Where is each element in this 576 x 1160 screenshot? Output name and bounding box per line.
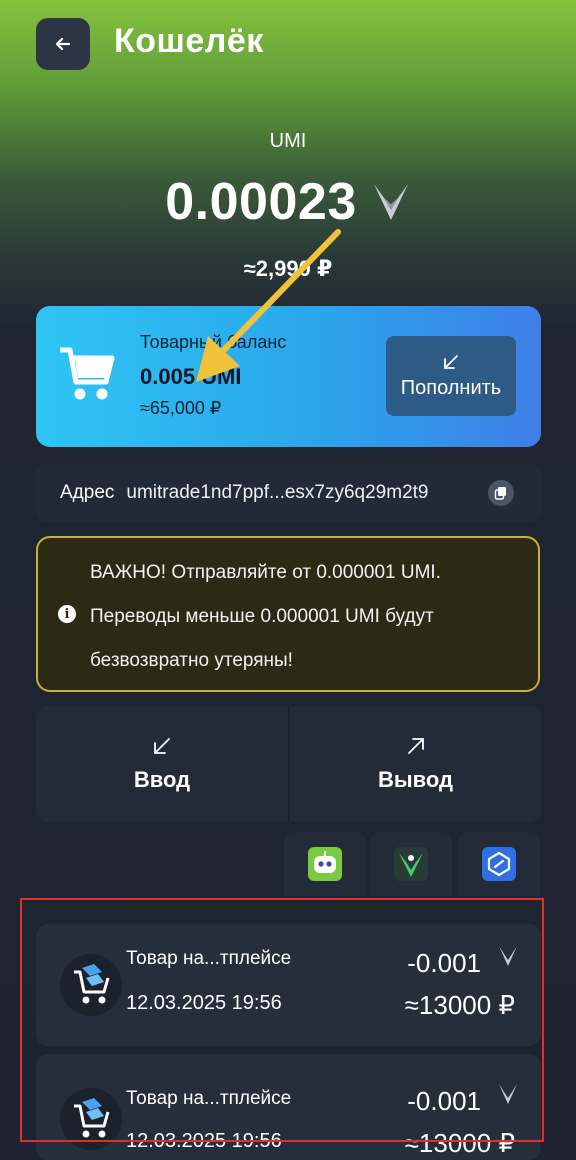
filter-chain[interactable] xyxy=(458,832,540,896)
copy-icon xyxy=(494,487,506,500)
arrow-left-icon xyxy=(55,37,71,51)
cart-icon xyxy=(60,347,115,400)
info-icon: i xyxy=(58,605,76,623)
deposit-withdraw-panel: Ввод Вывод xyxy=(36,706,541,822)
address-row: Адрес umitrade1nd7ppf...esx7zy6q29m2t9 xyxy=(36,464,541,522)
balance-value: 0.00023 xyxy=(165,173,357,231)
umi-logo-icon xyxy=(373,184,408,220)
filter-robot[interactable] xyxy=(284,832,366,896)
highlight-box xyxy=(20,898,544,1142)
warning-line-1: ВАЖНО! Отправляйте от 0.000001 UMI. xyxy=(90,562,441,583)
deposit-label: Ввод xyxy=(133,767,191,792)
filter-umi[interactable] xyxy=(370,832,452,896)
trade-balance-amount: 0.005 UMI xyxy=(140,364,242,389)
warning-line-3: безвозвратно утеряны! xyxy=(90,650,293,671)
balance-row: 0.00023 xyxy=(0,172,576,232)
withdraw-label: Вывод xyxy=(377,767,454,792)
trade-balance-card: Товарный баланс 0.005 UMI ≈65,000 ₽ Попо… xyxy=(36,306,541,447)
robot-icon xyxy=(308,847,342,881)
topup-label: Пополнить xyxy=(400,376,502,399)
arrow-down-left-icon xyxy=(154,738,170,754)
deposit-button[interactable]: Ввод xyxy=(36,706,288,822)
back-button[interactable] xyxy=(36,18,90,70)
trade-balance-label: Товарный баланс xyxy=(140,332,287,352)
currency-label: UMI xyxy=(269,130,307,152)
warning-line-2: Переводы меньше 0.000001 UMI будут xyxy=(90,606,434,627)
arrow-up-right-icon xyxy=(407,738,424,754)
trade-balance-fiat: ≈65,000 ₽ xyxy=(140,398,222,418)
topup-button[interactable]: Пополнить xyxy=(386,336,516,416)
chain-icon xyxy=(482,847,516,881)
umi-green-icon xyxy=(394,847,428,881)
balance-fiat: ≈2,990 ₽ xyxy=(243,256,333,281)
address-label: Адрес xyxy=(60,482,115,503)
page-title: Кошелёк xyxy=(114,22,264,60)
copy-button[interactable] xyxy=(488,480,514,506)
address-value: umitrade1nd7ppf...esx7zy6q29m2t9 xyxy=(126,482,429,503)
arrow-down-left-icon xyxy=(444,354,458,369)
warning-box: i ВАЖНО! Отправляйте от 0.000001 UMI. Пе… xyxy=(36,536,540,692)
withdraw-button[interactable]: Вывод xyxy=(290,706,541,822)
